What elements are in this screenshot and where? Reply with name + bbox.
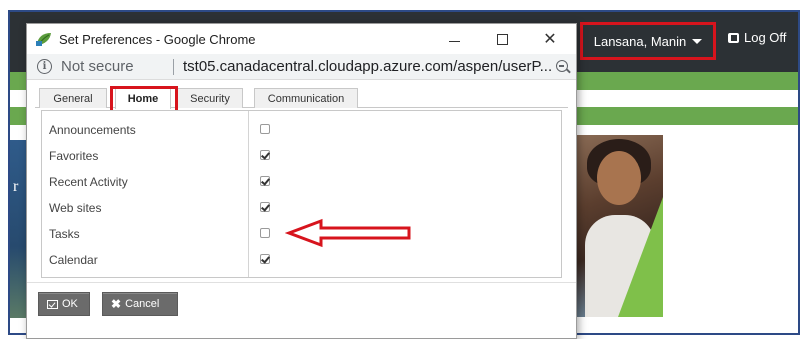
pref-row-calendar: Calendar: [42, 247, 561, 273]
favorites-checkbox[interactable]: [260, 150, 270, 160]
pref-row-recent-activity: Recent Activity: [42, 169, 561, 195]
maximize-button[interactable]: [487, 28, 517, 50]
pref-label: Web sites: [49, 201, 102, 215]
tab-general[interactable]: General: [39, 88, 107, 108]
maximize-icon: [496, 33, 508, 45]
minimize-button[interactable]: [439, 28, 469, 50]
info-icon[interactable]: i: [37, 59, 52, 74]
tab-security[interactable]: Security: [177, 88, 243, 108]
tab-label: Security: [190, 92, 230, 105]
pref-label: Calendar: [49, 253, 98, 267]
address-bar[interactable]: i Not secure tst05.canadacentral.cloudap…: [27, 54, 576, 80]
logoff-label: Log Off: [744, 30, 787, 45]
preferences-popup-window: Set Preferences - Google Chrome ✕ i Not …: [26, 23, 577, 339]
pref-label: Tasks: [49, 227, 80, 241]
tab-label: General: [53, 92, 93, 105]
aspen-leaf-icon: [36, 33, 51, 46]
logoff-link[interactable]: Log Off: [728, 30, 786, 45]
logout-icon: [728, 32, 739, 43]
web-sites-checkbox[interactable]: [260, 202, 270, 212]
caret-down-icon: [692, 38, 703, 44]
left-arrow-annotation-icon: [285, 218, 411, 248]
pref-label: Favorites: [49, 149, 99, 163]
check-square-icon: [47, 299, 58, 309]
pref-label: Announcements: [49, 123, 136, 137]
address-separator: [173, 59, 174, 75]
user-menu-label: Lansana, Manin: [593, 33, 687, 49]
ok-button[interactable]: OK: [38, 292, 90, 316]
tab-communication[interactable]: Communication: [254, 88, 358, 108]
pref-row-announcements: Announcements: [42, 117, 561, 143]
window-title: Set Preferences - Google Chrome: [59, 32, 256, 47]
close-icon: ✕: [543, 31, 557, 48]
calendar-checkbox[interactable]: [260, 254, 270, 264]
footer-divider: [27, 282, 576, 283]
cancel-button[interactable]: ✖ Cancel: [102, 292, 178, 316]
pref-row-favorites: Favorites: [42, 143, 561, 169]
user-menu-button[interactable]: Lansana, Manin: [580, 22, 716, 60]
screenshot: Lansana, Manin Log Off r Set Preferences…: [0, 0, 806, 339]
minimize-icon: [448, 40, 460, 42]
tab-label: Communication: [267, 92, 345, 105]
ok-label: OK: [62, 298, 78, 310]
x-icon: ✖: [111, 297, 122, 311]
url-text[interactable]: tst05.canadacentral.cloudapp.azure.com/a…: [183, 58, 552, 75]
window-titlebar[interactable]: Set Preferences - Google Chrome ✕: [27, 24, 576, 54]
banner-photo: [575, 135, 663, 317]
close-button[interactable]: ✕: [535, 28, 565, 50]
announcements-checkbox[interactable]: [260, 124, 270, 134]
zoom-out-icon[interactable]: [556, 60, 568, 72]
preferences-table: Announcements Favorites Recent Activity …: [41, 110, 562, 278]
banner-green-accent: [618, 197, 663, 317]
preferences-tabs: General Home Security Communication: [35, 86, 568, 114]
subnav-bar: [575, 107, 798, 125]
cancel-label: Cancel: [125, 298, 160, 310]
pref-label: Recent Activity: [49, 175, 128, 189]
banner-letter-fragment: r: [13, 178, 19, 195]
security-indicator[interactable]: Not secure: [61, 58, 134, 75]
recent-activity-checkbox[interactable]: [260, 176, 270, 186]
tasks-checkbox[interactable]: [260, 228, 270, 238]
